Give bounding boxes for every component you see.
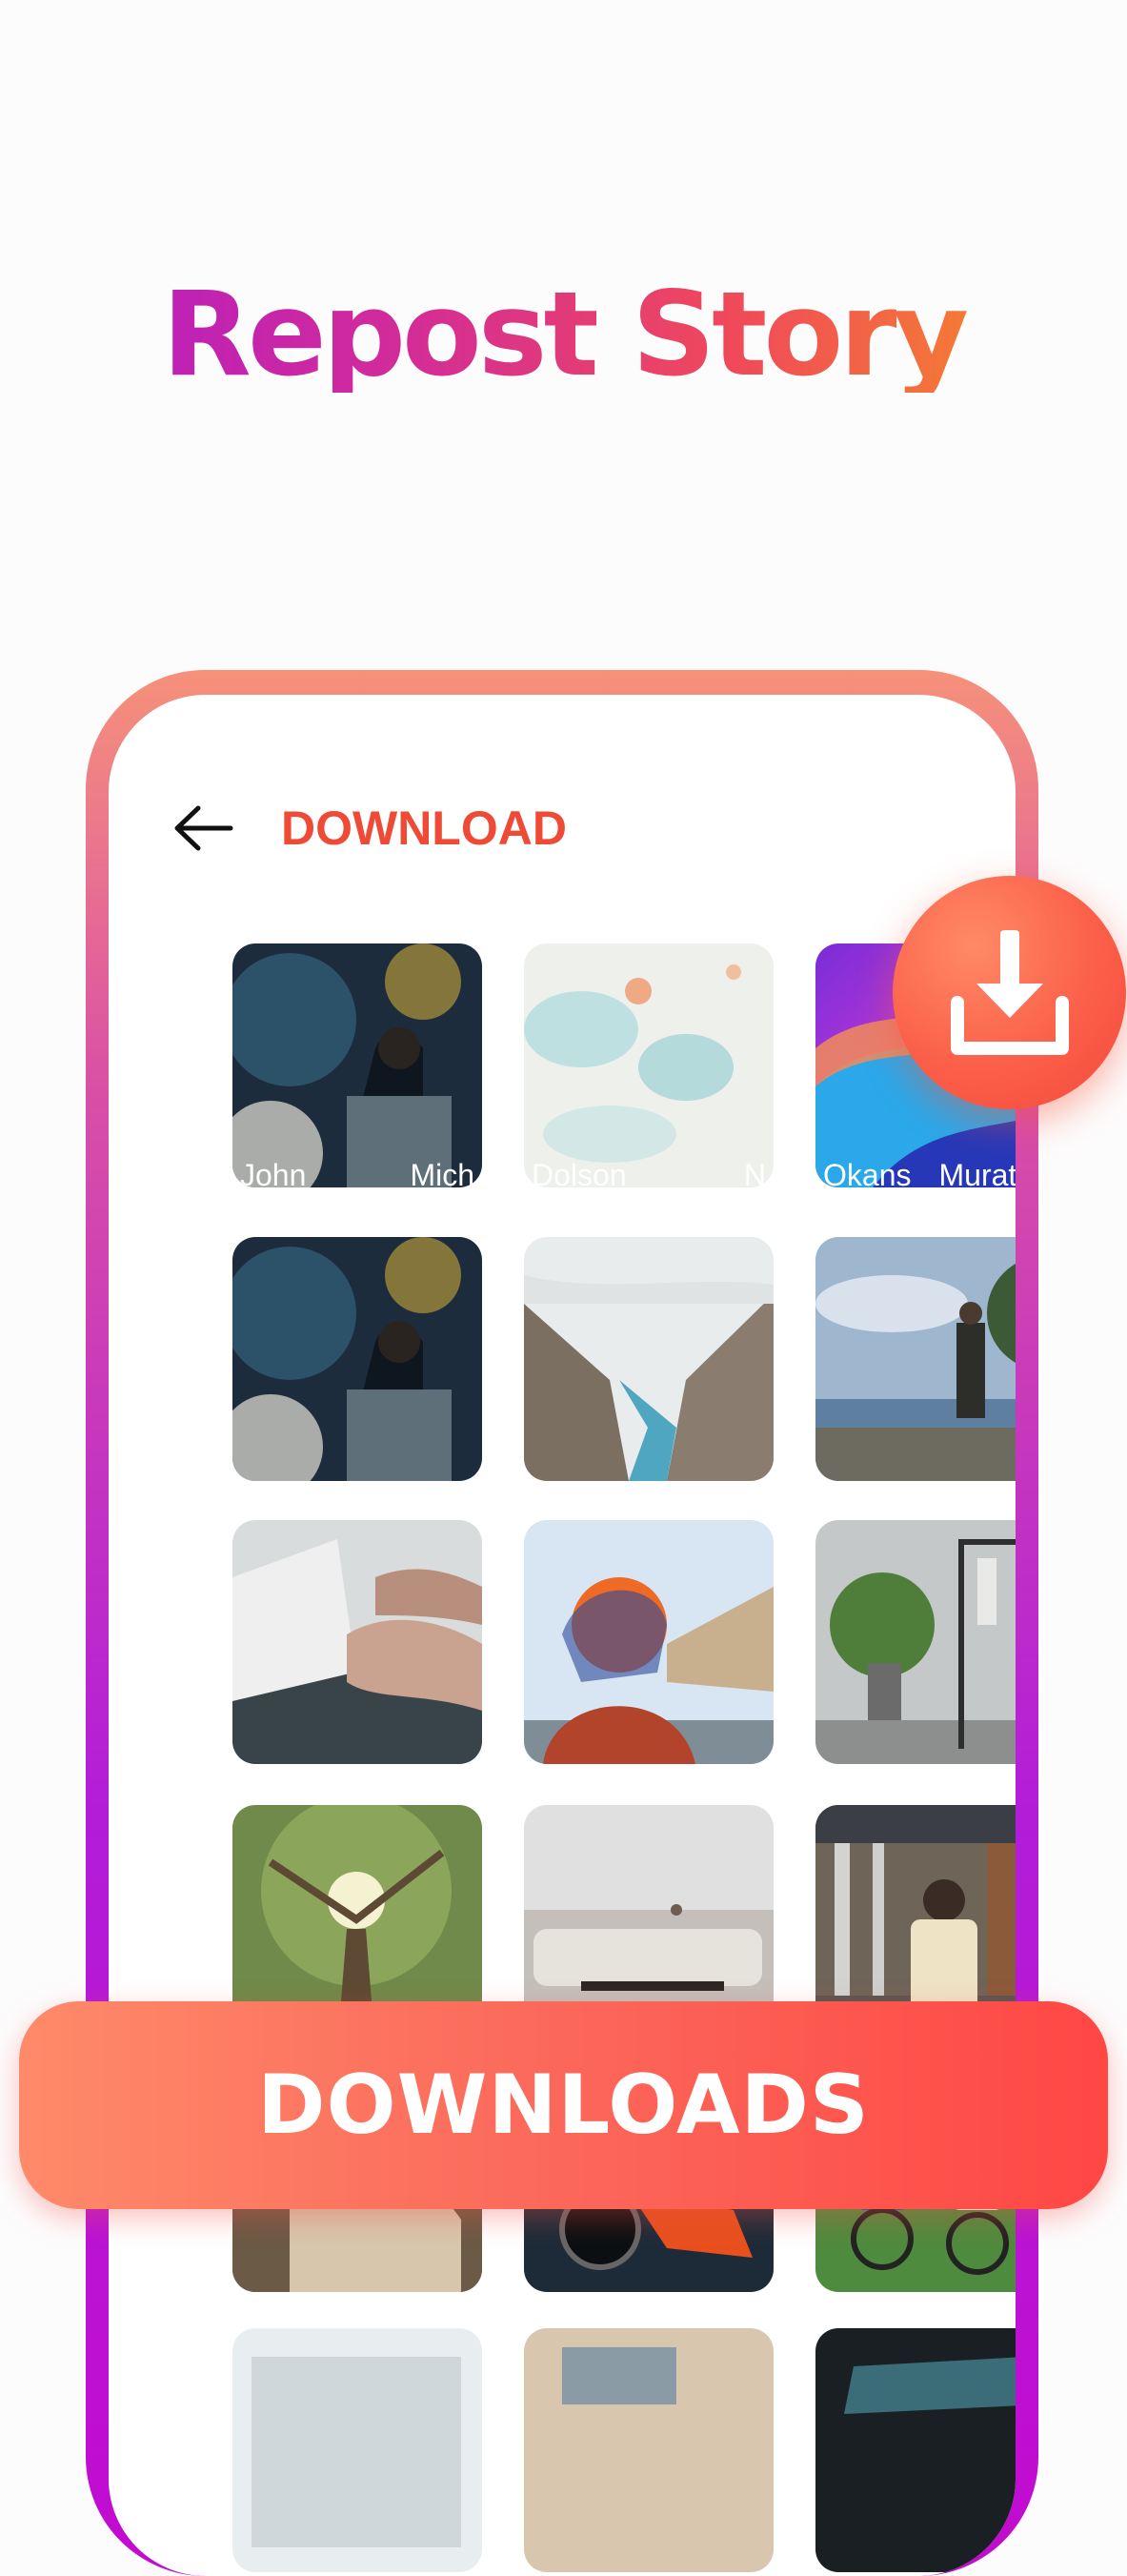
tile-photo [524, 1520, 774, 1764]
download-icon [950, 929, 1069, 1055]
tile-name: Dolson [532, 1158, 627, 1187]
download-button[interactable] [893, 876, 1126, 1109]
phone-frame: DOWNLOAD John Mich Dolson N Okans Murat [86, 670, 1038, 2576]
image-tile[interactable] [232, 1520, 482, 1764]
tile-photo [232, 2328, 482, 2572]
headline: Repost Story [0, 276, 1127, 393]
tile-name: Okans [823, 1158, 912, 1187]
tile-photo [524, 943, 774, 1187]
downloads-label: DOWNLOADS [257, 2058, 870, 2153]
tile-name: Mich [410, 1158, 474, 1187]
tile-photo [232, 1520, 482, 1764]
image-tile[interactable] [815, 1520, 1016, 1764]
downloads-banner[interactable]: DOWNLOADS [19, 2001, 1108, 2209]
tile-names: John Mich [232, 1158, 482, 1187]
phone-screen: DOWNLOAD John Mich Dolson N Okans Murat [109, 695, 1016, 2576]
image-tile[interactable]: Dolson N [524, 943, 774, 1187]
tile-name: N [743, 1158, 766, 1187]
tile-names: Okans Murat Ja [815, 1158, 1016, 1187]
image-tile[interactable]: John Mich [232, 943, 482, 1187]
image-tile[interactable] [815, 2328, 1016, 2572]
tile-name: John [240, 1158, 307, 1187]
tile-photo [232, 943, 482, 1187]
tile-photo [524, 1237, 774, 1481]
image-tile[interactable] [524, 1237, 774, 1481]
image-tile[interactable] [524, 1520, 774, 1764]
tile-photo [232, 1237, 482, 1481]
tile-photo [815, 2328, 1016, 2572]
app-header: DOWNLOAD [171, 790, 838, 866]
tile-photo [524, 2328, 774, 2572]
image-tile[interactable] [524, 2328, 774, 2572]
tile-photo [815, 1520, 1016, 1764]
tile-name: Murat Ja [938, 1158, 1016, 1187]
arrow-left-icon [174, 805, 233, 851]
back-button[interactable] [171, 800, 238, 857]
tile-photo [815, 1237, 1016, 1481]
image-tile[interactable] [232, 1237, 482, 1481]
tile-names: Dolson N [524, 1158, 774, 1187]
page-title: DOWNLOAD [281, 801, 567, 855]
image-tile[interactable] [232, 2328, 482, 2572]
image-tile[interactable] [815, 1237, 1016, 1481]
